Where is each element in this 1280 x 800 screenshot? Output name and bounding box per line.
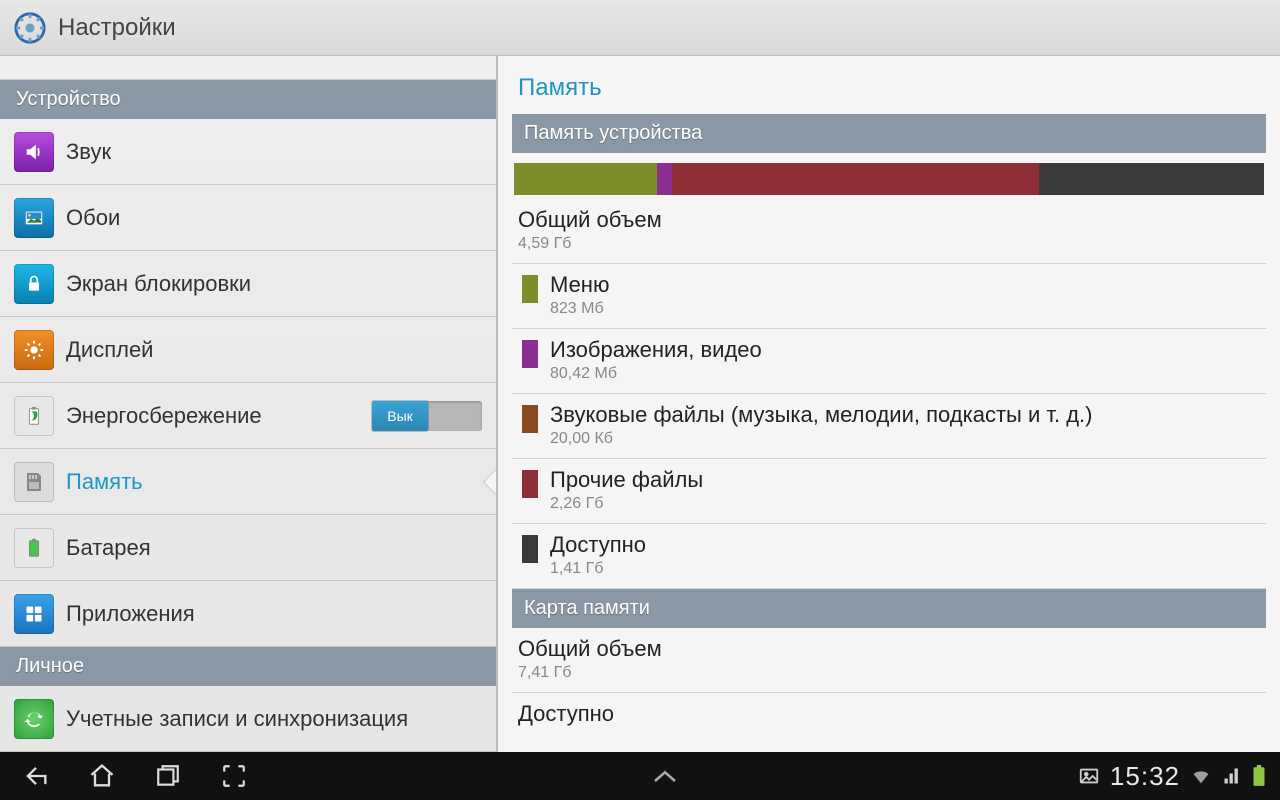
navigation-bar: 15:32 (0, 752, 1280, 800)
row-images[interactable]: Изображения, видео 80,42 Мб (512, 329, 1266, 394)
color-swatch (522, 340, 538, 368)
lock-icon (14, 264, 54, 304)
row-label: Прочие файлы (550, 467, 703, 493)
sidebar-item-wallpaper[interactable]: Обои (0, 185, 496, 251)
screenshot-button[interactable] (216, 758, 252, 794)
sidebar-item-storage[interactable]: Память (0, 449, 496, 515)
sidebar-item-label: Дисплей (66, 337, 153, 363)
powersave-icon (14, 396, 54, 436)
row-label: Доступно (518, 701, 1260, 727)
row-value: 7,41 Гб (518, 664, 1260, 682)
row-label: Звуковые файлы (музыка, мелодии, подкаст… (550, 402, 1093, 428)
settings-sidebar: Устройство Звук Обои Экран блокировки (0, 56, 498, 752)
sidebar-item-label: Звук (66, 139, 111, 165)
sync-icon (14, 699, 54, 739)
apps-icon (14, 594, 54, 634)
sidebar-item-label: Батарея (66, 535, 151, 561)
sd-card-header: Карта памяти (512, 589, 1266, 628)
main-panel: Память Память устройства Общий объем 4,5… (498, 56, 1280, 752)
title-bar: Настройки (0, 0, 1280, 56)
settings-gear-icon (10, 8, 50, 48)
row-free[interactable]: Доступно 1,41 Гб (512, 524, 1266, 589)
back-button[interactable] (18, 758, 54, 794)
sidebar-item-accounts[interactable]: Учетные записи и синхронизация (0, 686, 496, 752)
sidebar-item-battery[interactable]: Батарея (0, 515, 496, 581)
row-value: 4,59 Гб (518, 235, 1260, 253)
bar-segment-other (672, 163, 1040, 195)
sidebar-item-label: Память (66, 469, 143, 495)
main-title: Память (512, 64, 1266, 114)
row-value: 80,42 Мб (550, 365, 762, 383)
sidebar-item-label: Учетные записи и синхронизация (66, 706, 408, 732)
bar-segment-free (1039, 163, 1264, 195)
picture-status-icon (1078, 765, 1100, 787)
row-sd-total[interactable]: Общий объем 7,41 Гб (512, 628, 1266, 693)
row-value: 20,00 Кб (550, 430, 1093, 448)
color-swatch (522, 275, 538, 303)
sidebar-item-label: Энергосбережение (66, 403, 262, 429)
toggle-knob: Вык (372, 401, 428, 431)
color-swatch (522, 405, 538, 433)
powersave-toggle[interactable]: Вык (372, 401, 482, 431)
row-menu[interactable]: Меню 823 Мб (512, 264, 1266, 329)
row-label: Общий объем (518, 636, 1260, 662)
row-other[interactable]: Прочие файлы 2,26 Гб (512, 459, 1266, 524)
sidebar-item-powersave[interactable]: Энергосбережение Вык (0, 383, 496, 449)
sidebar-item-sound[interactable]: Звук (0, 119, 496, 185)
section-personal: Личное (0, 647, 496, 686)
sidebar-prev-item-sliver[interactable] (0, 56, 496, 80)
color-swatch (522, 470, 538, 498)
signal-icon (1222, 766, 1242, 786)
sidebar-item-label: Приложения (66, 601, 195, 627)
row-audio[interactable]: Звуковые файлы (музыка, мелодии, подкаст… (512, 394, 1266, 459)
storage-icon (14, 462, 54, 502)
row-label: Доступно (550, 532, 646, 558)
device-storage-header: Память устройства (512, 114, 1266, 153)
bar-segment-images (657, 163, 672, 195)
status-clock: 15:32 (1110, 761, 1180, 792)
battery-status-icon (1252, 765, 1266, 787)
sound-icon (14, 132, 54, 172)
row-sd-free[interactable]: Доступно (512, 693, 1266, 737)
page-title: Настройки (58, 14, 176, 42)
row-label: Изображения, видео (550, 337, 762, 363)
wallpaper-icon (14, 198, 54, 238)
sidebar-item-lockscreen[interactable]: Экран блокировки (0, 251, 496, 317)
home-button[interactable] (84, 758, 120, 794)
sidebar-item-label: Обои (66, 205, 120, 231)
wifi-icon (1190, 765, 1212, 787)
row-value: 823 Мб (550, 300, 609, 318)
battery-icon (14, 528, 54, 568)
recent-apps-button[interactable] (150, 758, 186, 794)
row-value: 2,26 Гб (550, 495, 703, 513)
row-value: 1,41 Гб (550, 560, 646, 578)
sidebar-item-display[interactable]: Дисплей (0, 317, 496, 383)
storage-usage-bar[interactable] (514, 163, 1264, 195)
sidebar-item-label: Экран блокировки (66, 271, 251, 297)
bar-segment-menu (514, 163, 657, 195)
section-device: Устройство (0, 80, 496, 119)
expand-panel-button[interactable] (647, 758, 683, 794)
sidebar-item-apps[interactable]: Приложения (0, 581, 496, 647)
color-swatch (522, 535, 538, 563)
row-label: Меню (550, 272, 609, 298)
display-icon (14, 330, 54, 370)
row-total[interactable]: Общий объем 4,59 Гб (512, 199, 1266, 264)
row-label: Общий объем (518, 207, 1260, 233)
